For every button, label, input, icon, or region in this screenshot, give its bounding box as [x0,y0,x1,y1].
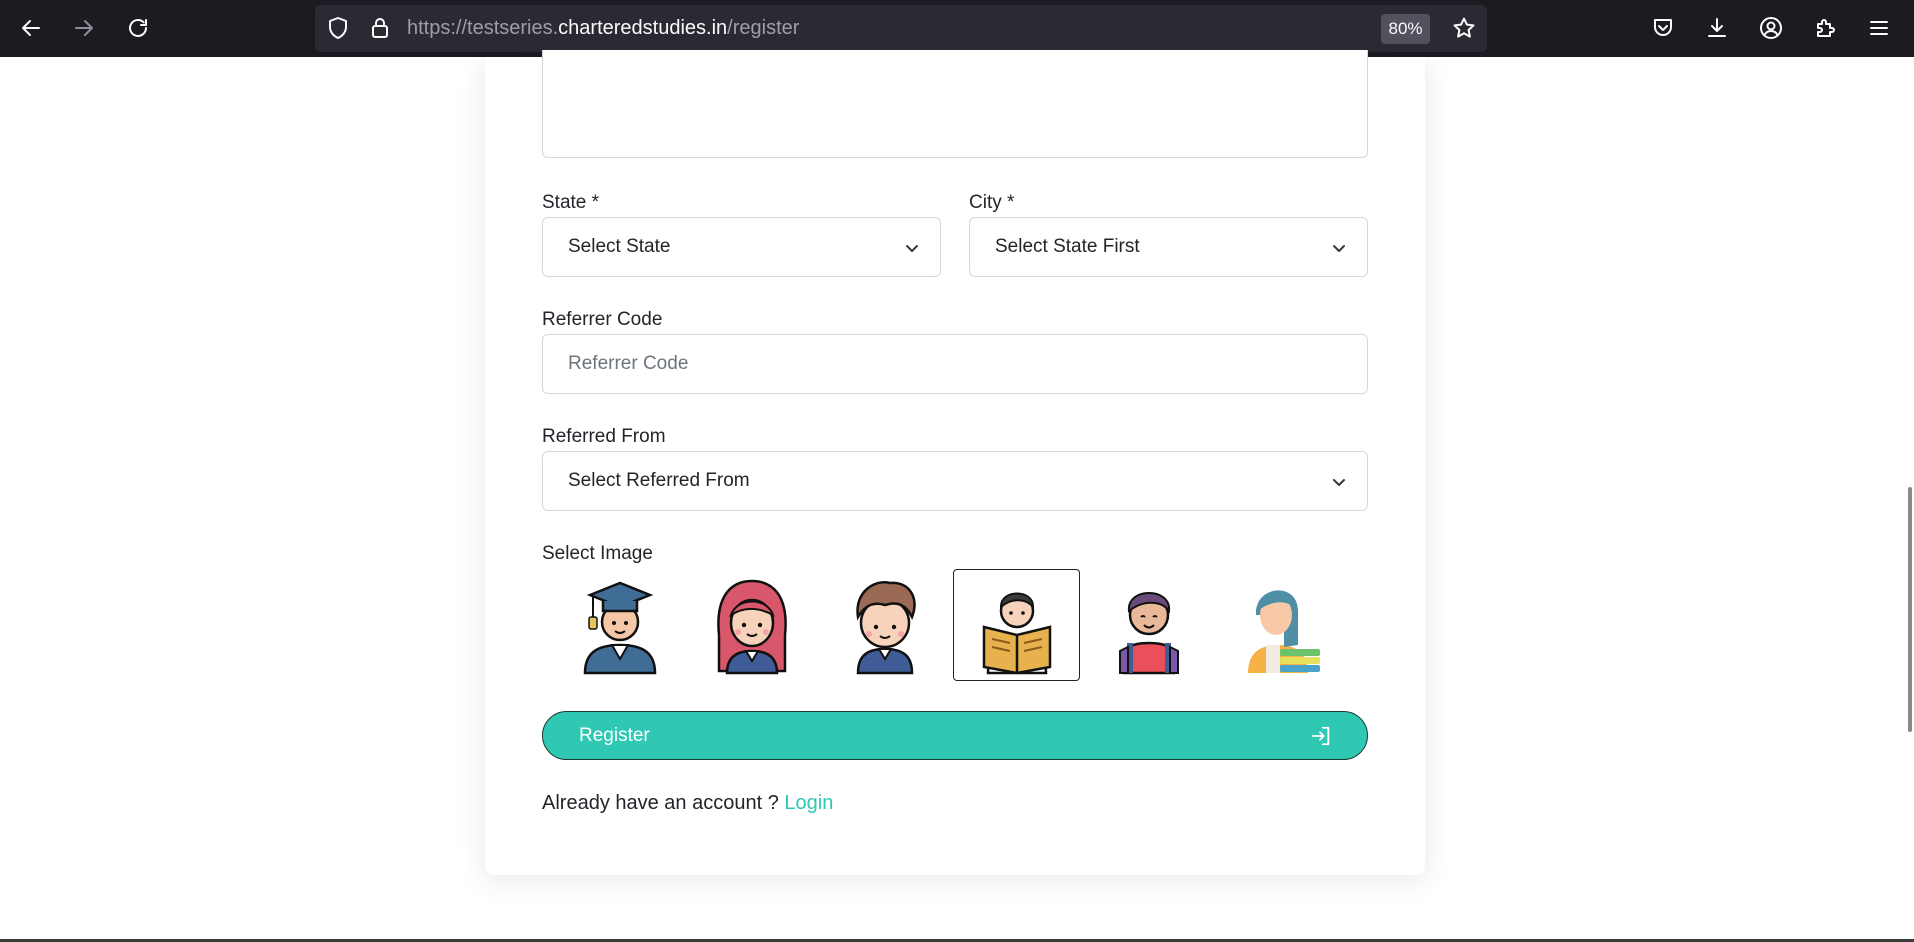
login-prompt: Already have an account ? Login [542,792,833,815]
browser-toolbar: https://testseries.charteredstudies.in/r… [0,0,1914,57]
reload-button[interactable] [119,9,157,47]
avatar-option-4[interactable] [953,569,1080,681]
url-prefix: https://testseries. [407,17,559,39]
avatar-option-6[interactable] [1217,569,1344,681]
avatar-option-1[interactable] [556,569,683,681]
star-icon [1453,17,1475,38]
app-menu-button[interactable] [1860,9,1898,47]
girl-student-avatar-icon [716,579,787,675]
login-prompt-text: Already have an account ? [542,792,779,814]
girl-books-avatar-icon [1247,590,1320,673]
referred-from-label: Referred From [542,426,666,447]
city-select[interactable]: Select State First [969,217,1368,277]
reading-student-avatar-icon [982,592,1051,675]
reload-icon [129,19,147,37]
login-arrow-icon [1311,726,1330,746]
state-label: State * [542,192,600,213]
referrer-code-input[interactable]: Referrer Code [542,334,1368,394]
avatar-option-5[interactable] [1085,569,1212,681]
pocket-icon [1654,19,1672,36]
referrer-code-label: Referrer Code [542,309,663,330]
shield-icon [329,17,347,39]
arrow-left-icon [22,20,40,36]
graduate-avatar-icon [583,581,656,675]
puzzle-icon [1817,19,1835,37]
site-info-button[interactable] [367,15,393,41]
zoom-level-button[interactable]: 80% [1381,14,1430,44]
downloads-button[interactable] [1698,9,1736,47]
chevron-down-icon [1333,479,1345,486]
address-textarea[interactable] [542,50,1368,158]
register-button-label: Register [579,725,650,746]
download-icon [1708,18,1726,37]
forward-button[interactable] [65,9,103,47]
boy-student-avatar-icon [855,581,916,675]
register-button[interactable]: Register [542,711,1368,760]
lock-icon [372,18,388,38]
state-select-value: Select State [568,236,671,257]
pocket-button[interactable] [1644,9,1682,47]
url-text[interactable]: https://testseries.charteredstudies.in/r… [407,17,799,40]
arrow-right-icon [75,20,93,36]
chevron-down-icon [1333,245,1345,252]
bookmark-button[interactable] [1451,15,1477,41]
referred-from-select-value: Select Referred From [568,470,750,491]
account-icon [1760,17,1782,39]
url-domain: charteredstudies.in [558,17,728,39]
city-label: City * [969,192,1015,213]
state-select[interactable]: Select State [542,217,941,277]
account-button[interactable] [1752,9,1790,47]
address-bar[interactable]: https://testseries.charteredstudies.in/r… [315,5,1487,52]
tracking-protection-button[interactable] [325,15,351,41]
page-scrollbar[interactable] [1908,487,1912,732]
extensions-button[interactable] [1806,9,1844,47]
referred-from-select[interactable]: Select Referred From [542,451,1368,511]
avatar-option-3[interactable] [821,569,948,681]
city-select-value: Select State First [995,236,1140,257]
url-path: /register [727,17,800,39]
chevron-down-icon [906,245,918,252]
hamburger-menu-icon [1870,21,1888,35]
avatar-option-2[interactable] [688,569,815,681]
referrer-code-placeholder: Referrer Code [568,353,689,374]
select-image-label: Select Image [542,543,653,564]
back-button[interactable] [12,9,50,47]
login-link[interactable]: Login [784,792,833,814]
schoolboy-backpack-avatar-icon [1118,592,1179,675]
